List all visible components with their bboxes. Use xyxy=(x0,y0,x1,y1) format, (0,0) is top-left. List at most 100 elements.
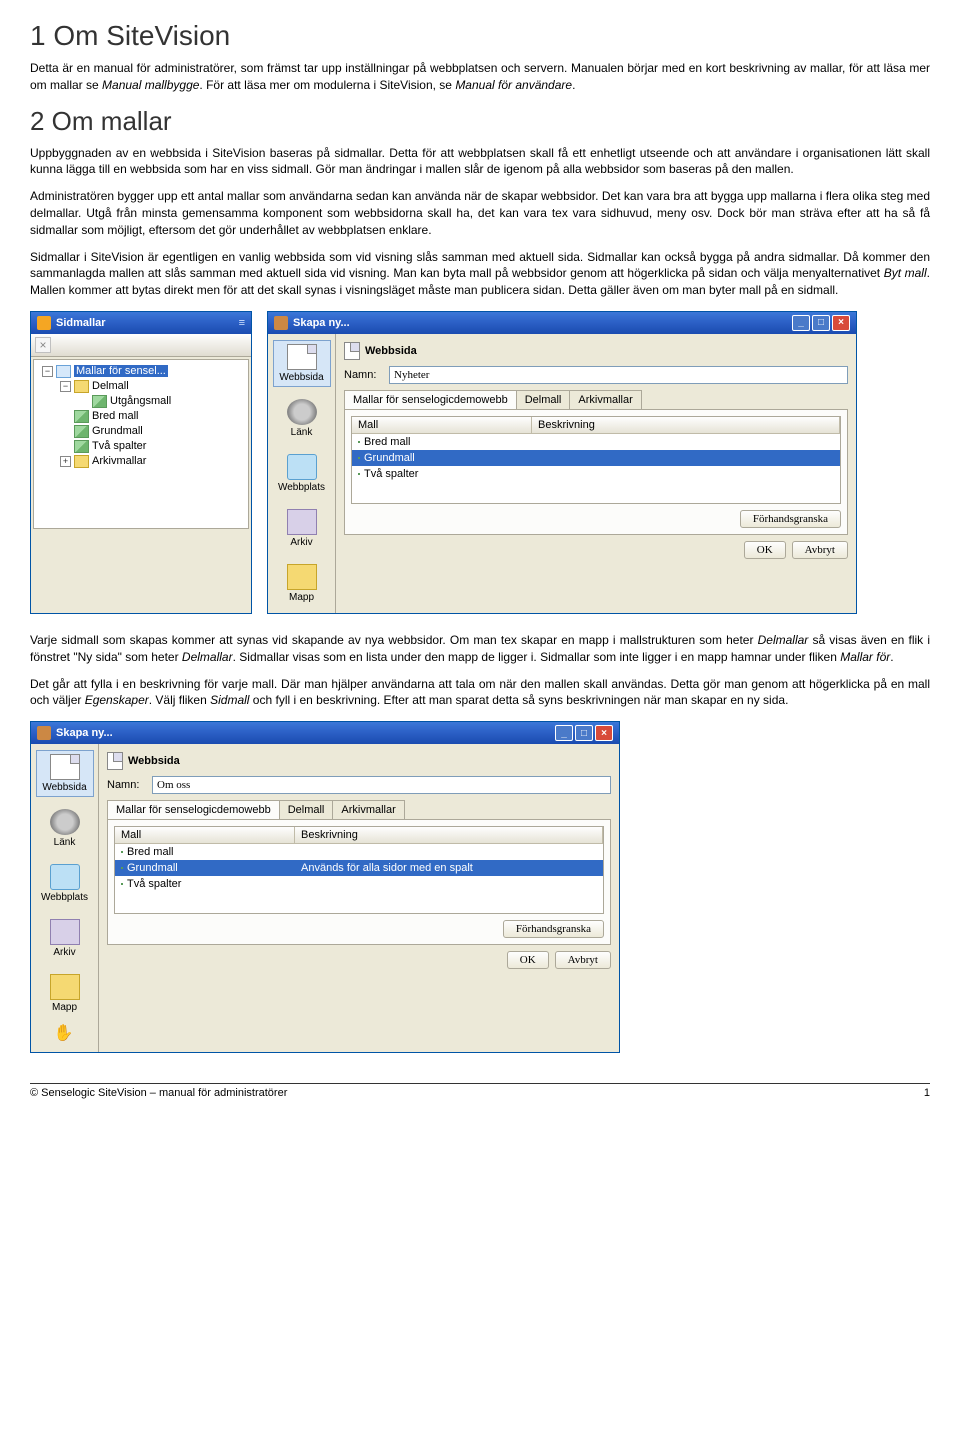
td-mall: Bred mall xyxy=(115,845,295,859)
expand-icon[interactable]: − xyxy=(60,381,71,392)
intro-para: Detta är en manual för administratörer, … xyxy=(30,60,930,94)
th-beskrivning[interactable]: Beskrivning xyxy=(295,827,603,843)
sidebar-webbplats-label: Webbplats xyxy=(278,482,325,493)
td-mall: Grundmall xyxy=(352,451,532,465)
tree-arkivmallar[interactable]: + Arkivmallar xyxy=(58,454,246,469)
sidebar-mapp[interactable]: Mapp xyxy=(273,560,331,607)
template-icon xyxy=(121,883,123,885)
td-mall: Två spalter xyxy=(352,467,532,481)
sidebar-arkiv-label: Arkiv xyxy=(53,947,75,958)
sidebar-webbplats[interactable]: Webbplats xyxy=(36,860,94,907)
ok-button[interactable]: OK xyxy=(507,951,549,969)
tree-grundmall[interactable]: Grundmall xyxy=(58,424,246,439)
tree-delmall[interactable]: − Delmall xyxy=(58,379,246,394)
sidebar-webbsida-label: Webbsida xyxy=(279,372,323,383)
cancel-button[interactable]: Avbryt xyxy=(555,951,611,969)
p4-text-a: Sidmallar i SiteVision är egentligen en … xyxy=(30,250,930,281)
close-icon[interactable]: × xyxy=(832,315,850,331)
create2-title: Skapa ny... xyxy=(56,727,555,739)
tree-root[interactable]: − Mallar för sensel... xyxy=(40,364,246,379)
screenshots-row-1: Sidmallar ≡ × − Mallar för sensel... − D… xyxy=(30,311,930,614)
template-tree[interactable]: − Mallar för sensel... − Delmall Utgångs… xyxy=(33,359,249,529)
sidebar-webbsida[interactable]: Webbsida xyxy=(36,750,94,797)
tree-tvaspalter[interactable]: Två spalter xyxy=(58,439,246,454)
close-icon[interactable]: × xyxy=(595,725,613,741)
tab-mallar-for[interactable]: Mallar för senselogicdemowebb xyxy=(107,800,280,819)
sidebar-webbplats[interactable]: Webbplats xyxy=(273,450,331,497)
para-3: Administratören bygger upp ett antal mal… xyxy=(30,188,930,238)
link-icon xyxy=(287,399,317,425)
maximize-icon[interactable]: □ xyxy=(812,315,830,331)
page-icon xyxy=(344,342,360,360)
name-input[interactable] xyxy=(152,776,611,794)
th-mall[interactable]: Mall xyxy=(115,827,295,843)
expand-icon[interactable]: + xyxy=(60,456,71,467)
table-row[interactable]: Två spalter xyxy=(115,876,603,892)
create2-titlebar[interactable]: Skapa ny... _ □ × xyxy=(31,722,619,744)
name-input[interactable] xyxy=(389,366,848,384)
ok-button[interactable]: OK xyxy=(744,541,786,559)
tab-delmall[interactable]: Delmall xyxy=(516,390,571,409)
preview-button[interactable]: Förhandsgranska xyxy=(503,920,604,938)
sidebar-mapp[interactable]: Mapp xyxy=(36,970,94,1017)
hand-icon[interactable] xyxy=(54,1025,76,1043)
minimize-icon[interactable]: _ xyxy=(555,725,573,741)
tab-arkivmallar[interactable]: Arkivmallar xyxy=(569,390,641,409)
close-tool-icon[interactable]: × xyxy=(35,337,51,353)
tree-utgangsmall[interactable]: Utgångsmall xyxy=(76,394,246,409)
sidebar-mapp-label: Mapp xyxy=(52,1002,77,1013)
p5-i1: Delmallar xyxy=(758,633,809,647)
sidebar-lank[interactable]: Länk xyxy=(273,395,331,442)
row3-label: Två spalter xyxy=(364,468,418,480)
heading-1: 1 Om SiteVision xyxy=(30,20,930,52)
preview-button[interactable]: Förhandsgranska xyxy=(740,510,841,528)
page-icon xyxy=(287,344,317,370)
create1-sidebar: Webbsida Länk Webbplats Arkiv Mapp xyxy=(268,334,336,613)
table-row[interactable]: Bred mall xyxy=(352,434,840,450)
create-dialog-1: Skapa ny... _ □ × Webbsida Länk Webbplat… xyxy=(267,311,857,614)
sitevision-icon xyxy=(37,316,51,330)
table-row[interactable]: Bred mall xyxy=(115,844,603,860)
create1-titlebar[interactable]: Skapa ny... _ □ × xyxy=(268,312,856,334)
sidebar-arkiv[interactable]: Arkiv xyxy=(273,505,331,552)
td-desc: Används för alla sidor med en spalt xyxy=(295,861,603,875)
th-beskrivning[interactable]: Beskrivning xyxy=(532,417,840,433)
folder-icon xyxy=(74,455,89,468)
sidebar-lank[interactable]: Länk xyxy=(36,805,94,852)
p5-e: . Sidmallar visas som en lista under den… xyxy=(233,650,841,664)
sidebar-arkiv[interactable]: Arkiv xyxy=(36,915,94,962)
table-row[interactable]: Grundmall Används för alla sidor med en … xyxy=(115,860,603,876)
sidmallar-titlebar[interactable]: Sidmallar ≡ xyxy=(31,312,251,334)
td-desc xyxy=(532,467,840,481)
maximize-icon[interactable]: □ xyxy=(575,725,593,741)
table-header: Mall Beskrivning xyxy=(352,417,840,434)
p6-e: och fyll i en beskrivning. Efter att man… xyxy=(249,693,788,707)
tree-delmall-label: Delmall xyxy=(92,380,129,392)
expand-icon[interactable]: − xyxy=(42,366,53,377)
table-row[interactable]: Grundmall xyxy=(352,450,840,466)
tree-root-label: Mallar för sensel... xyxy=(74,365,168,377)
link-icon xyxy=(50,809,80,835)
create2-header: Webbsida xyxy=(107,752,611,770)
td-desc xyxy=(532,435,840,449)
tree-bredmall[interactable]: Bred mall xyxy=(58,409,246,424)
table-row[interactable]: Två spalter xyxy=(352,466,840,482)
th-mall[interactable]: Mall xyxy=(352,417,532,433)
row3-label: Två spalter xyxy=(127,878,181,890)
sidebar-webbsida[interactable]: Webbsida xyxy=(273,340,331,387)
archive-icon xyxy=(287,509,317,535)
java-icon xyxy=(274,316,288,330)
tab-arkivmallar[interactable]: Arkivmallar xyxy=(332,800,404,819)
template-icon xyxy=(358,441,360,443)
sidebar-lank-label: Länk xyxy=(54,837,76,848)
minimize-icon[interactable]: _ xyxy=(792,315,810,331)
cancel-button[interactable]: Avbryt xyxy=(792,541,848,559)
tab-delmall[interactable]: Delmall xyxy=(279,800,334,819)
window-controls: _ □ × xyxy=(555,725,613,741)
p1-italic-1: Manual mallbygge xyxy=(102,78,199,92)
tree-children: − Delmall Utgångsmall Bred mall xyxy=(54,379,246,469)
para-2: Uppbyggnaden av en webbsida i SiteVision… xyxy=(30,145,930,179)
tab-mallar-for[interactable]: Mallar för senselogicdemowebb xyxy=(344,390,517,409)
footer-left: © Senselogic SiteVision – manual för adm… xyxy=(30,1087,287,1099)
collapse-icon[interactable]: ≡ xyxy=(239,317,245,329)
